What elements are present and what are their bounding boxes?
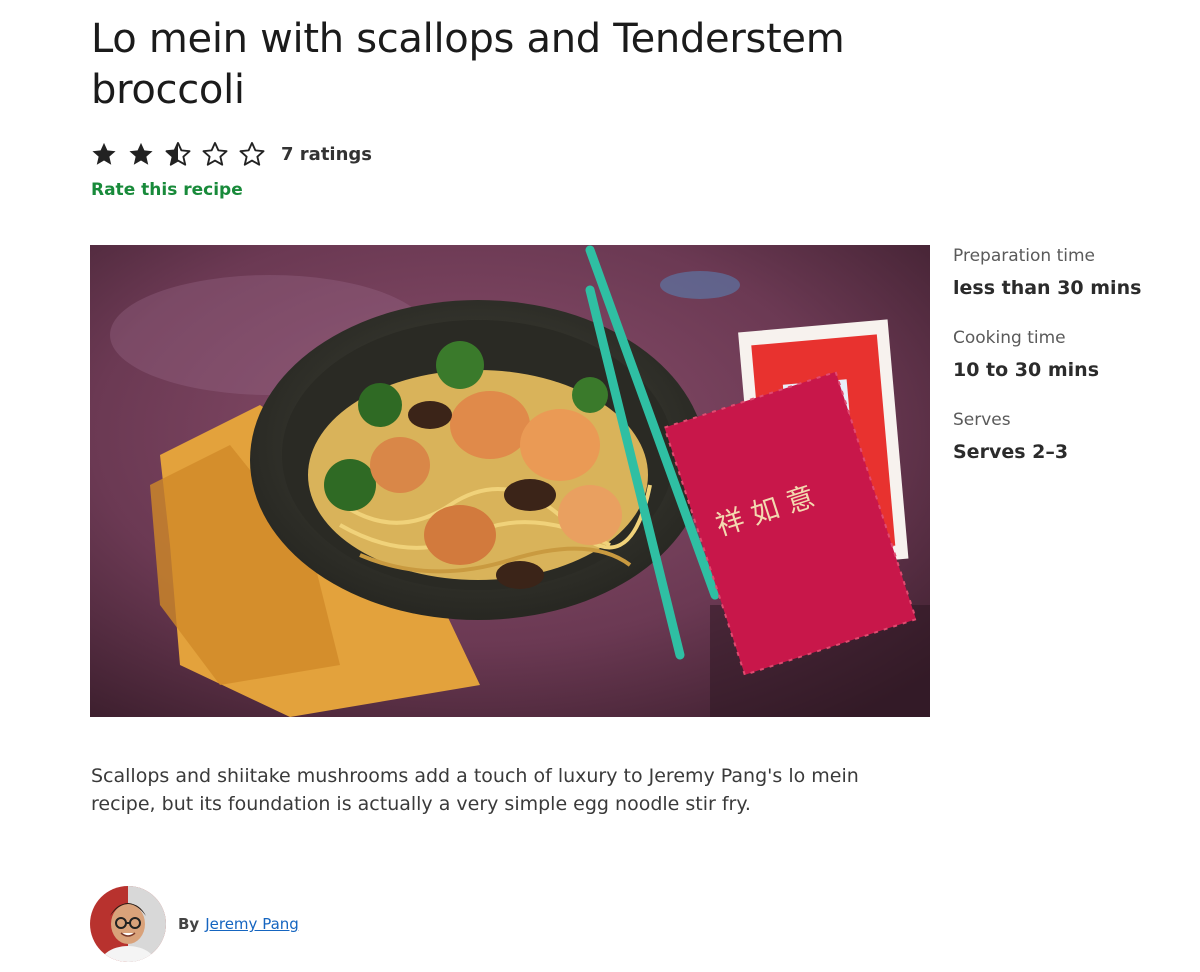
author-name-link[interactable]: Jeremy Pang bbox=[205, 915, 299, 933]
star-full-icon[interactable] bbox=[90, 140, 118, 168]
prep-time-value: less than 30 mins bbox=[953, 277, 1142, 299]
star-full-icon[interactable] bbox=[127, 140, 155, 168]
star-empty-icon[interactable] bbox=[238, 140, 266, 168]
recipe-hero-image: 吉儀 祥 如 意 bbox=[90, 245, 930, 717]
by-label: By bbox=[178, 915, 200, 933]
star-half-icon[interactable] bbox=[164, 140, 192, 168]
recipe-description: Scallops and shiitake mushrooms add a to… bbox=[91, 765, 859, 815]
ratings-count: 7 ratings bbox=[281, 143, 373, 165]
recipe-page: Lo mein with scallops and Tenderstem bro… bbox=[0, 0, 1200, 972]
cook-time-label: Cooking time bbox=[953, 328, 1066, 348]
star-empty-icon[interactable] bbox=[201, 140, 229, 168]
serves-value: Serves 2–3 bbox=[953, 441, 1069, 463]
serves-label: Serves bbox=[953, 410, 1011, 430]
author-byline: By Jeremy Pang bbox=[90, 886, 299, 962]
recipe-title: Lo mein with scallops and Tenderstem bro… bbox=[91, 16, 845, 113]
prep-time-label: Preparation time bbox=[953, 246, 1096, 266]
star-rating[interactable]: 7 ratings bbox=[90, 138, 372, 170]
author-avatar[interactable] bbox=[90, 886, 166, 962]
cook-time-value: 10 to 30 mins bbox=[953, 359, 1100, 381]
recipe-meta: Preparation time less than 30 mins Cooki… bbox=[953, 244, 1183, 490]
rate-recipe-link[interactable]: Rate this recipe bbox=[91, 180, 243, 200]
